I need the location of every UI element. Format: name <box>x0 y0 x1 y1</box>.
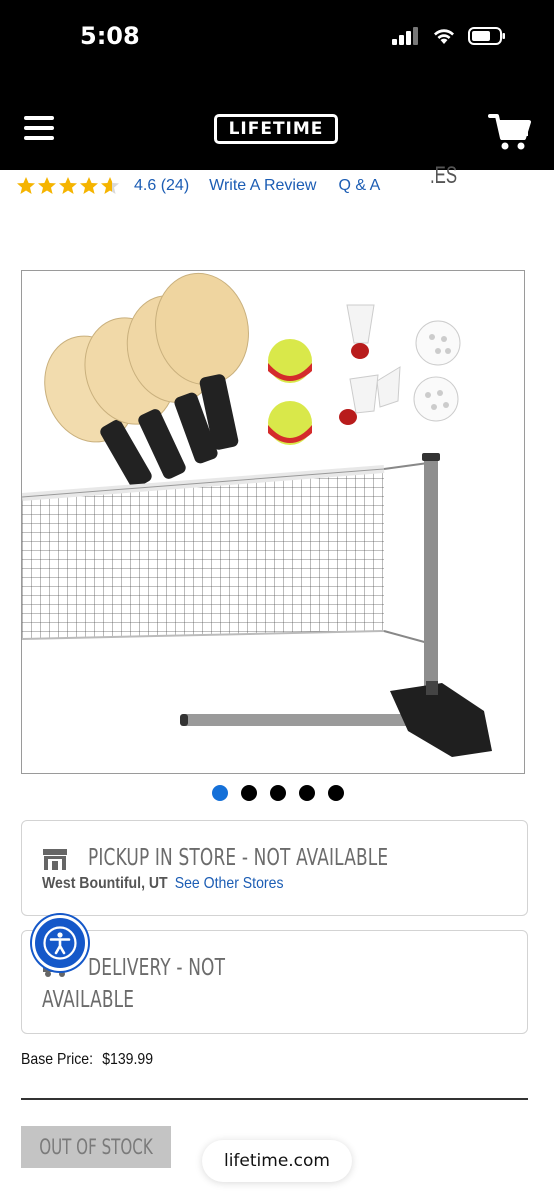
star-rating <box>16 176 120 196</box>
out-of-stock-label: OUT OF STOCK <box>39 1135 153 1159</box>
pickup-location-row: West Bountiful, UT See Other Stores <box>42 875 283 893</box>
accessibility-icon <box>43 926 77 960</box>
gallery-dot-2[interactable] <box>241 785 257 801</box>
star-icon <box>80 177 98 194</box>
site-header: LIFETIME <box>0 84 554 170</box>
star-icon <box>38 177 56 194</box>
browser-url-pill[interactable]: lifetime.com <box>202 1140 352 1182</box>
pickup-title: PICKUP IN STORE - NOT AVAILABLE <box>88 845 389 871</box>
pickup-location: West Bountiful, UT <box>42 875 168 892</box>
write-review-link[interactable]: Write A Review <box>209 177 316 195</box>
store-icon <box>43 849 67 870</box>
gallery-dot-1[interactable] <box>212 785 228 801</box>
battery-icon <box>468 27 505 45</box>
signal-icon <box>392 27 418 45</box>
product-image[interactable] <box>21 270 525 774</box>
gallery-pagination <box>212 785 344 801</box>
status-icons <box>392 26 506 46</box>
gallery-dot-4[interactable] <box>299 785 315 801</box>
cart-icon[interactable] <box>488 112 532 152</box>
paddle-group <box>44 272 249 489</box>
accessibility-button[interactable] <box>32 915 88 971</box>
overflow-tab-label[interactable]: .ES <box>430 162 457 190</box>
base-price-label: Base Price: <box>21 1051 93 1068</box>
shuttlecock-group <box>339 304 401 425</box>
rating-value[interactable]: 4.6 (24) <box>134 177 189 195</box>
delivery-option-card[interactable]: DELIVERY - NOT AVAILABLE <box>21 930 528 1034</box>
star-icon <box>59 177 77 194</box>
gallery-dot-3[interactable] <box>270 785 286 801</box>
star-icon <box>17 177 35 194</box>
delivery-title-line2: AVAILABLE <box>42 987 135 1013</box>
base-price-value: $139.99 <box>102 1051 154 1068</box>
pickleball-set-illustration <box>22 272 492 757</box>
star-half-icon <box>101 177 119 194</box>
lifetime-logo[interactable]: LIFETIME <box>214 114 338 144</box>
pickup-option-card[interactable]: PICKUP IN STORE - NOT AVAILABLE West Bou… <box>21 820 528 916</box>
delivery-title-line1: DELIVERY - NOT <box>88 955 226 981</box>
gallery-dot-5[interactable] <box>328 785 344 801</box>
out-of-stock-button[interactable]: OUT OF STOCK <box>21 1126 171 1168</box>
wifi-icon <box>434 29 454 44</box>
section-divider <box>21 1098 528 1100</box>
status-bar: 5:08 <box>0 0 554 84</box>
hamburger-icon[interactable] <box>24 116 54 140</box>
base-price: Base Price: $139.99 <box>21 1051 153 1069</box>
rating-row: 4.6 (24) Write A Review Q & A <box>16 172 380 200</box>
see-other-stores-link[interactable]: See Other Stores <box>175 875 284 892</box>
status-time: 5:08 <box>80 22 140 50</box>
qa-link[interactable]: Q & A <box>338 177 380 195</box>
